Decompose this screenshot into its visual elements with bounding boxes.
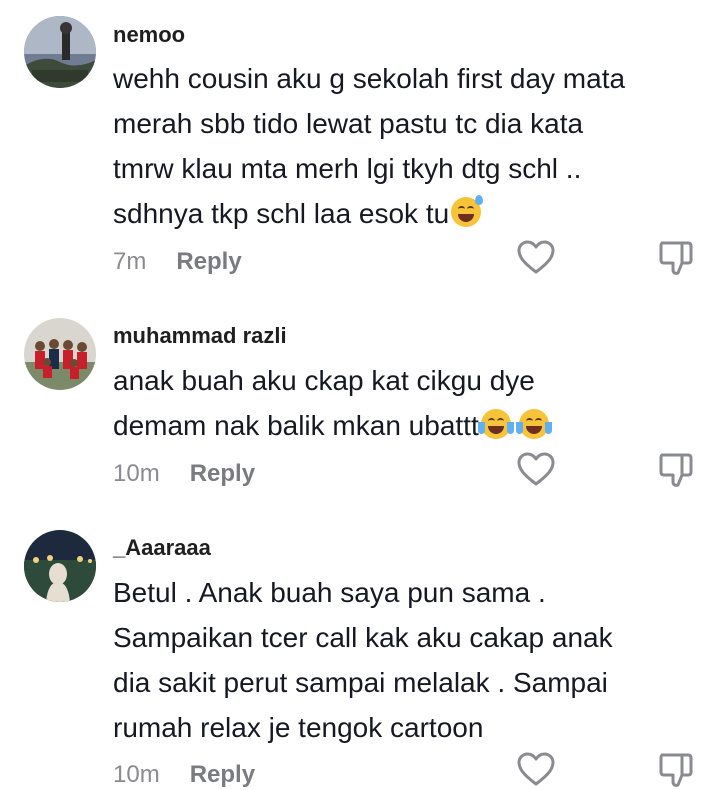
username[interactable]: muhammad razli (113, 323, 287, 349)
comment-line: demam nak balik mkan ubattt (113, 403, 703, 448)
tears-of-joy-emoji (515, 409, 552, 439)
comment-line: merah sbb tido lewat pastu tc dia kata (113, 108, 584, 139)
comment-line: Sampaikan tcer call kak aku cakap anak (113, 622, 613, 653)
tears-of-joy-emoji (477, 409, 514, 439)
comment-line: Betul . Anak buah saya pun sama . (113, 577, 546, 608)
comment-line: rumah relax je tengok cartoon (113, 712, 484, 743)
heart-icon[interactable] (516, 750, 556, 790)
avatar[interactable] (24, 530, 96, 602)
comment-text: Betul . Anak buah saya pun sama . Sampai… (113, 570, 703, 750)
reply-button[interactable]: Reply (190, 460, 255, 488)
comment-text: anak buah aku ckap kat cikgu dye demam n… (113, 358, 703, 448)
heart-icon[interactable] (516, 450, 556, 490)
username[interactable]: _Aaaraaa (113, 535, 211, 561)
thumbs-down-icon[interactable] (656, 238, 696, 278)
comment-time: 10m (113, 460, 160, 487)
thumbs-down-icon[interactable] (656, 450, 696, 490)
comment-line: dia sakit perut sampai melalak . Sampai (113, 667, 608, 698)
comment-meta: 7m Reply (113, 248, 242, 276)
comment-line: anak buah aku ckap kat cikgu dye (113, 365, 535, 396)
comment-line: sdhnya tkp schl laa esok tu (113, 191, 703, 236)
comment-meta: 10m Reply (113, 460, 255, 488)
heart-icon[interactable] (516, 238, 556, 278)
thumbs-down-icon[interactable] (656, 750, 696, 790)
avatar[interactable] (24, 16, 96, 88)
comment-time: 7m (113, 248, 147, 275)
comment-line: wehh cousin aku g sekolah first day mata (113, 63, 626, 94)
comment-time: 10m (113, 761, 160, 788)
reply-button[interactable]: Reply (176, 248, 241, 276)
reply-button[interactable]: Reply (190, 761, 255, 789)
avatar[interactable] (24, 318, 96, 390)
comment-text: wehh cousin aku g sekolah first day mata… (113, 56, 703, 236)
comment-line: tmrw klau mta merh lgi tkyh dtg schl .. (113, 153, 582, 184)
comment-meta: 10m Reply (113, 761, 255, 789)
username[interactable]: nemoo (113, 22, 185, 48)
grinning-sweat-emoji (451, 195, 484, 227)
